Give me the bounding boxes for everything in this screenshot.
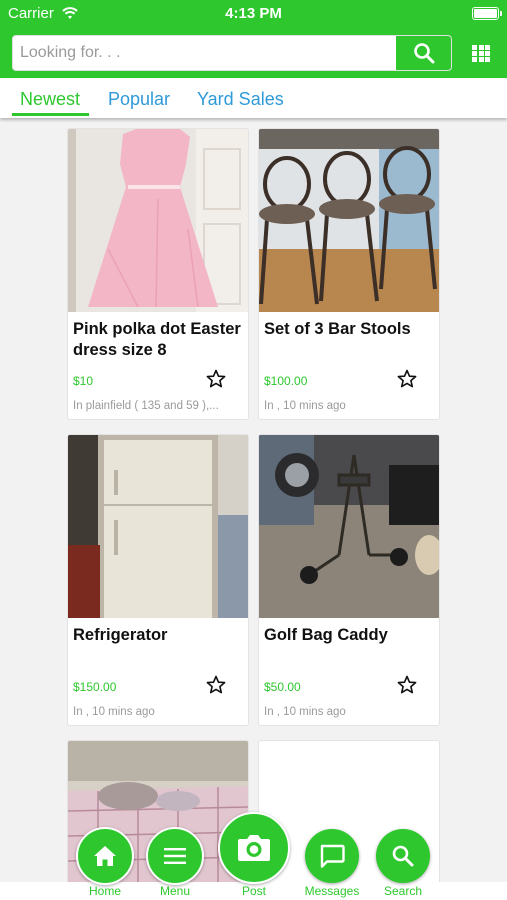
- listing-card[interactable]: Refrigerator $150.00 In , 10 mins ago: [67, 434, 249, 726]
- chat-icon: [320, 844, 345, 868]
- search-header: [0, 28, 507, 78]
- nav-post-label[interactable]: Post: [219, 884, 289, 898]
- search-icon: [392, 845, 414, 867]
- grid-view-icon[interactable]: [472, 45, 490, 62]
- battery-icon: [472, 7, 502, 20]
- listing-price: $10: [73, 374, 94, 388]
- clock: 4:13 PM: [225, 5, 282, 22]
- listing-title: Golf Bag Caddy: [264, 626, 388, 644]
- listing-card[interactable]: Golf Bag Caddy $50.00 In , 10 mins ago: [258, 434, 440, 726]
- nav-search-label[interactable]: Search: [368, 884, 438, 898]
- tab-newest[interactable]: Newest: [20, 89, 80, 110]
- listing-photo: [259, 435, 439, 618]
- listing-location: In , 10 mins ago: [264, 706, 346, 718]
- listing-card[interactable]: Pink polka dot Easter dress size 8 $10 I…: [67, 128, 249, 420]
- listing-location: In , 10 mins ago: [264, 400, 346, 412]
- listing-price: $100.00: [264, 374, 308, 388]
- search-box: [12, 35, 452, 71]
- listing-location: In plainfield ( 135 and 59 ),...: [73, 400, 219, 412]
- nav-post-button[interactable]: [218, 812, 290, 884]
- listing-price: $150.00: [73, 680, 117, 694]
- listing-price: $50.00: [264, 680, 301, 694]
- status-bar: Carrier 4:13 PM: [0, 0, 507, 28]
- listing-photo: [68, 129, 248, 312]
- listing-photo: [68, 435, 248, 618]
- favorite-star-icon[interactable]: [206, 369, 226, 389]
- search-submit-button[interactable]: [396, 36, 451, 70]
- tab-popular[interactable]: Popular: [108, 89, 170, 110]
- listing-card[interactable]: Set of 3 Bar Stools $100.00 In , 10 mins…: [258, 128, 440, 420]
- nav-messages-label[interactable]: Messages: [297, 884, 367, 898]
- nav-menu-label[interactable]: Menu: [140, 884, 210, 898]
- tab-yard-sales[interactable]: Yard Sales: [197, 89, 284, 110]
- home-icon: [94, 846, 116, 866]
- listing-title: Set of 3 Bar Stools: [264, 320, 411, 338]
- favorite-star-icon[interactable]: [397, 675, 417, 695]
- nav-messages-button[interactable]: [305, 829, 359, 883]
- favorite-star-icon[interactable]: [397, 369, 417, 389]
- menu-icon: [164, 848, 186, 864]
- favorite-star-icon[interactable]: [206, 675, 226, 695]
- search-input[interactable]: [13, 36, 398, 70]
- category-tabs: Newest Popular Yard Sales: [0, 78, 507, 118]
- search-icon: [413, 43, 434, 64]
- listing-title: Pink polka dot Easter dress size 8: [73, 320, 241, 359]
- nav-home-label[interactable]: Home: [70, 884, 140, 898]
- listing-location: In , 10 mins ago: [73, 706, 155, 718]
- nav-search-button[interactable]: [376, 829, 430, 883]
- nav-home-button[interactable]: [76, 827, 134, 885]
- listing-title: Refrigerator: [73, 626, 168, 644]
- nav-menu-button[interactable]: [146, 827, 204, 885]
- camera-icon: [238, 835, 270, 861]
- active-tab-indicator: [12, 113, 89, 116]
- listing-photo: [259, 129, 439, 312]
